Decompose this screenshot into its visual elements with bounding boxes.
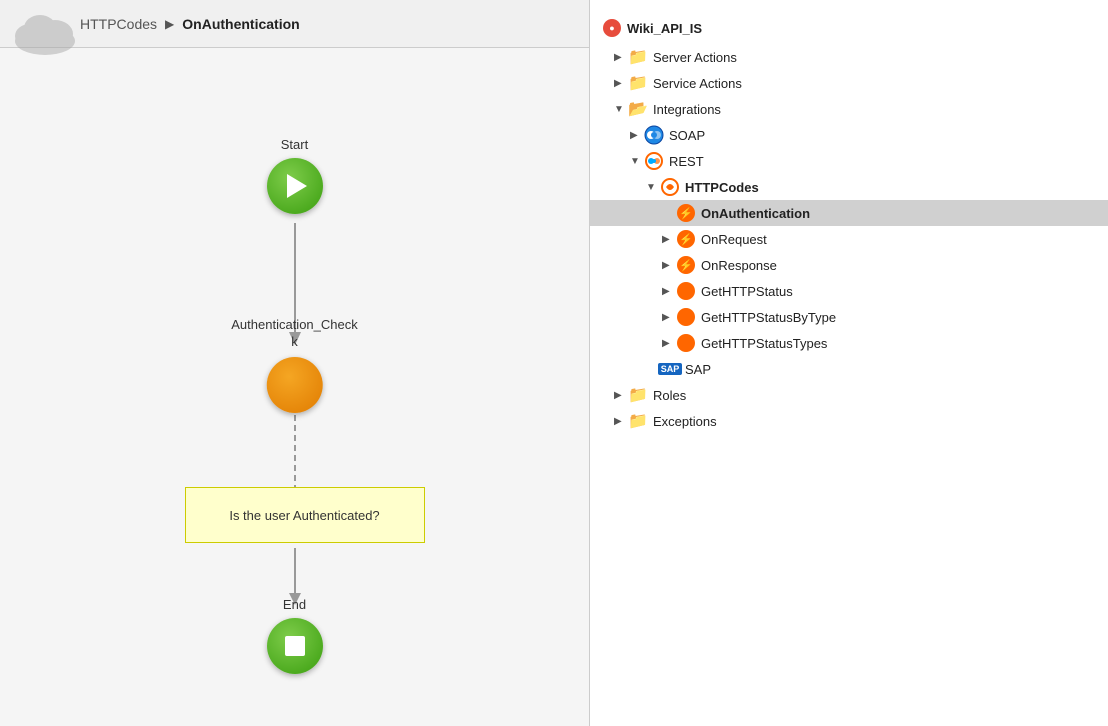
tree-item-sap[interactable]: ▶ SAP SAP bbox=[590, 356, 1108, 382]
tree-item-server-actions[interactable]: ▶ 📁 Server Actions bbox=[590, 44, 1108, 70]
get-http-status-types-label: GetHTTPStatusTypes bbox=[701, 336, 827, 351]
start-node: Start bbox=[267, 137, 323, 214]
service-actions-label: Service Actions bbox=[653, 76, 742, 91]
right-panel: ● Wiki_API_IS ▶ 📁 Server Actions ▶ 📁 Ser… bbox=[590, 0, 1108, 726]
on-response-icon: ⚡ bbox=[676, 255, 696, 275]
folder-icon-roles: 📁 bbox=[628, 385, 648, 405]
folder-icon-service-actions: 📁 bbox=[628, 73, 648, 93]
end-label: End bbox=[283, 597, 306, 612]
folder-icon-exceptions: 📁 bbox=[628, 411, 648, 431]
tree-item-roles[interactable]: ▶ 📁 Roles bbox=[590, 382, 1108, 408]
rest-icon bbox=[644, 151, 664, 171]
tree-arrow-roles: ▶ bbox=[614, 390, 628, 401]
sap-icon: SAP bbox=[660, 359, 680, 379]
breadcrumb-module: HTTPCodes bbox=[80, 16, 157, 32]
end-node: End bbox=[267, 597, 323, 674]
on-request-label: OnRequest bbox=[701, 232, 767, 247]
tree-arrow-service-actions: ▶ bbox=[614, 78, 628, 89]
folder-icon-server-actions: 📁 bbox=[628, 47, 648, 67]
flow-area: Start Authentication_Checkk Is the user … bbox=[0, 48, 589, 726]
root-label: Wiki_API_IS bbox=[627, 21, 702, 36]
end-icon bbox=[267, 618, 323, 674]
httpcodes-icon bbox=[660, 177, 680, 197]
tree-arrow-integrations: ▼ bbox=[614, 104, 628, 115]
tree-arrow-soap: ▶ bbox=[630, 130, 644, 141]
tree-item-soap[interactable]: ▶ SOAP bbox=[590, 122, 1108, 148]
sap-badge-icon: SAP bbox=[658, 363, 683, 375]
tree-item-get-http-status-by-type[interactable]: ▶ GetHTTPStatusByType bbox=[590, 304, 1108, 330]
tree-arrow-on-request: ▶ bbox=[662, 234, 676, 245]
play-triangle-icon bbox=[287, 174, 307, 198]
stop-square-icon bbox=[285, 636, 305, 656]
flow-diagram: Start Authentication_Checkk Is the user … bbox=[135, 107, 455, 667]
tree-item-on-request[interactable]: ▶ ⚡ OnRequest bbox=[590, 226, 1108, 252]
action-label: Authentication_Checkk bbox=[231, 317, 357, 351]
tree-root[interactable]: ● Wiki_API_IS bbox=[590, 8, 1108, 44]
circle-icon-get-http-status bbox=[677, 282, 695, 300]
tree-item-get-http-status[interactable]: ▶ GetHTTPStatus bbox=[590, 278, 1108, 304]
left-panel: HTTPCodes ▶ OnAuthentication Start bbox=[0, 0, 590, 726]
on-response-label: OnResponse bbox=[701, 258, 777, 273]
root-icon: ● bbox=[602, 18, 622, 38]
tree-item-on-response[interactable]: ▶ ⚡ OnResponse bbox=[590, 252, 1108, 278]
action-icon bbox=[266, 357, 322, 413]
folder-icon-integrations: 📂 bbox=[628, 99, 648, 119]
breadcrumb-separator: ▶ bbox=[165, 17, 174, 31]
on-auth-icon: ⚡ bbox=[676, 203, 696, 223]
bolt-icon-on-request: ⚡ bbox=[677, 230, 695, 248]
tree-arrow-server-actions: ▶ bbox=[614, 52, 628, 63]
action-node[interactable]: Authentication_Checkk bbox=[231, 317, 357, 413]
comment-box[interactable]: Is the user Authenticated? bbox=[185, 487, 425, 543]
circle-icon-get-http-status-types bbox=[677, 334, 695, 352]
sap-label: SAP bbox=[685, 362, 711, 377]
on-auth-label: OnAuthentication bbox=[701, 206, 810, 221]
httpcodes-label: HTTPCodes bbox=[685, 180, 759, 195]
breadcrumb-bar: HTTPCodes ▶ OnAuthentication bbox=[0, 0, 589, 48]
start-label: Start bbox=[281, 137, 308, 152]
tree-item-get-http-status-types[interactable]: ▶ GetHTTPStatusTypes bbox=[590, 330, 1108, 356]
server-actions-label: Server Actions bbox=[653, 50, 737, 65]
get-http-status-types-icon bbox=[676, 333, 696, 353]
integrations-label: Integrations bbox=[653, 102, 721, 117]
tree-arrow-get-http-status: ▶ bbox=[662, 286, 676, 297]
tree-arrow-exceptions: ▶ bbox=[614, 416, 628, 427]
soap-label: SOAP bbox=[669, 128, 705, 143]
rest-label: REST bbox=[669, 154, 704, 169]
on-request-icon: ⚡ bbox=[676, 229, 696, 249]
cloud-icon bbox=[10, 6, 70, 46]
get-http-status-icon bbox=[676, 281, 696, 301]
tree-item-exceptions[interactable]: ▶ 📁 Exceptions bbox=[590, 408, 1108, 434]
get-http-status-label: GetHTTPStatus bbox=[701, 284, 793, 299]
bolt-icon-on-response: ⚡ bbox=[677, 256, 695, 274]
breadcrumb-action: OnAuthentication bbox=[182, 16, 299, 32]
circle-icon-get-http-status-by-type bbox=[677, 308, 695, 326]
wiki-icon: ● bbox=[603, 19, 621, 37]
tree-item-httpcodes[interactable]: ▼ HTTPCodes bbox=[590, 174, 1108, 200]
start-icon bbox=[267, 158, 323, 214]
roles-label: Roles bbox=[653, 388, 686, 403]
get-http-status-by-type-icon bbox=[676, 307, 696, 327]
tree-arrow-rest: ▼ bbox=[630, 156, 644, 167]
get-http-status-by-type-label: GetHTTPStatusByType bbox=[701, 310, 836, 325]
tree-arrow-get-http-status-types: ▶ bbox=[662, 338, 676, 349]
comment-text: Is the user Authenticated? bbox=[229, 508, 379, 523]
tree-item-rest[interactable]: ▼ REST bbox=[590, 148, 1108, 174]
tree-arrow-get-http-status-by-type: ▶ bbox=[662, 312, 676, 323]
tree-item-service-actions[interactable]: ▶ 📁 Service Actions bbox=[590, 70, 1108, 96]
tree-arrow-httpcodes: ▼ bbox=[646, 182, 660, 193]
exceptions-label: Exceptions bbox=[653, 414, 717, 429]
tree-arrow-on-response: ▶ bbox=[662, 260, 676, 271]
bolt-icon-on-auth: ⚡ bbox=[677, 204, 695, 222]
tree-item-integrations[interactable]: ▼ 📂 Integrations bbox=[590, 96, 1108, 122]
tree-item-on-authentication[interactable]: ▶ ⚡ OnAuthentication bbox=[590, 200, 1108, 226]
soap-icon bbox=[644, 125, 664, 145]
